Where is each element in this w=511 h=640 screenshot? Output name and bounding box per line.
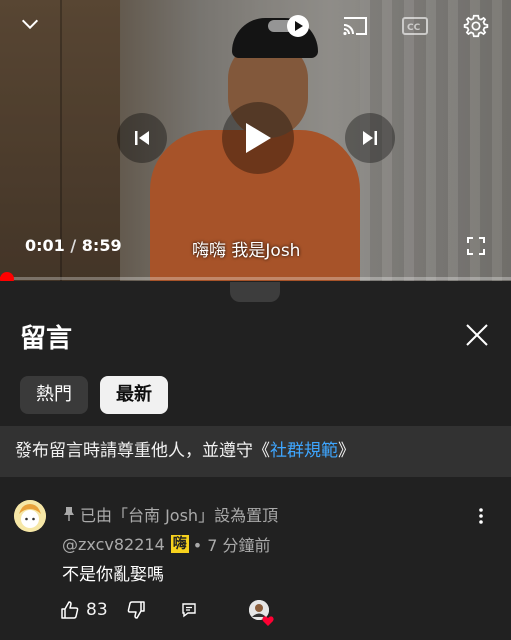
play-icon: [246, 123, 271, 153]
drag-handle[interactable]: [230, 282, 280, 302]
community-notice: 發布留言時請尊重他人，並遵守《社群規範》: [0, 426, 511, 477]
comment-actions: 83: [60, 596, 198, 624]
chevron-down-icon[interactable]: [16, 10, 44, 38]
dislike-button[interactable]: [126, 600, 146, 620]
notice-suffix: 》: [338, 441, 355, 461]
current-time: 0:01: [25, 236, 65, 255]
pinned-text: 已由「台南 Josh」設為置頂: [80, 506, 279, 525]
progress-bar[interactable]: [0, 277, 511, 280]
comments-title: 留言: [20, 324, 73, 354]
autoplay-toggle-icon[interactable]: [266, 12, 312, 40]
avatar[interactable]: [14, 500, 46, 532]
reply-button[interactable]: [180, 601, 198, 619]
comment-meta: @zxcv82214 嗨 • 7 分鐘前: [62, 532, 271, 556]
svg-text:CC: CC: [407, 23, 421, 33]
captions-icon[interactable]: CC: [400, 12, 430, 40]
video-subtitle: 嗨嗨 我是Josh: [192, 241, 301, 261]
previous-button[interactable]: [117, 113, 167, 163]
gear-icon[interactable]: [460, 10, 492, 42]
tab-newest[interactable]: 最新: [100, 376, 168, 414]
reply-icon: [181, 603, 196, 618]
previous-icon: [135, 131, 149, 145]
fullscreen-icon[interactable]: [464, 234, 488, 258]
video-player[interactable]: CC 0:01 / 8:59 嗨嗨 我是Josh: [0, 0, 511, 281]
more-vertical-icon[interactable]: [470, 504, 492, 528]
time-display: 0:01 / 8:59: [25, 236, 122, 255]
play-button[interactable]: [222, 102, 294, 174]
thumbs-up-icon: [61, 601, 79, 619]
tab-top[interactable]: 熱門: [20, 376, 88, 414]
pin-icon: [64, 507, 74, 521]
next-icon: [363, 131, 377, 145]
like-button[interactable]: [60, 600, 80, 620]
close-icon[interactable]: [460, 318, 494, 352]
duration: 8:59: [81, 236, 122, 255]
heart-icon: [262, 612, 274, 626]
community-guidelines-link[interactable]: 社群規範: [270, 441, 338, 461]
comment-time: • 7 分鐘前: [192, 536, 271, 555]
notice-text: 發布留言時請尊重他人，並遵守《: [15, 441, 270, 461]
next-button[interactable]: [345, 113, 395, 163]
like-count: 83: [86, 600, 108, 620]
author-emoji-badge: 嗨: [170, 535, 189, 553]
cast-icon[interactable]: [340, 12, 370, 40]
pinned-label: 已由「台南 Josh」設為置頂: [62, 502, 278, 526]
comment-text: 不是你亂娶嗎: [62, 565, 164, 585]
time-separator: /: [64, 236, 82, 255]
comment-author[interactable]: @zxcv82214: [62, 535, 165, 554]
thumbs-down-icon: [127, 601, 145, 619]
